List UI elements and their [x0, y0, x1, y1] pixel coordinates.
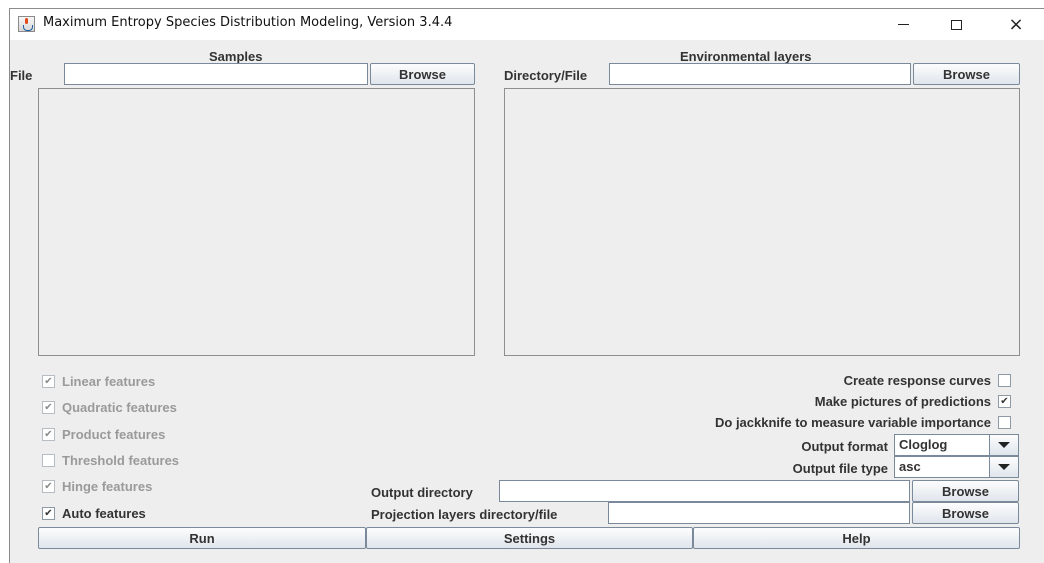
product-features-checkbox[interactable]: ✔ Product features — [42, 427, 165, 442]
make-pictures-label: Make pictures of predictions — [814, 394, 991, 409]
output-file-type-select[interactable]: asc — [894, 456, 1019, 478]
threshold-features-checkbox[interactable]: Threshold features — [42, 453, 179, 468]
title-bar: Maximum Entropy Species Distribution Mod… — [10, 9, 1044, 40]
output-file-type-value: asc — [899, 459, 921, 474]
minimize-button[interactable] — [880, 9, 926, 40]
auto-features-box: ✔ — [42, 507, 55, 520]
main-window: Maximum Entropy Species Distribution Mod… — [9, 8, 1044, 563]
check-icon: ✔ — [44, 480, 53, 492]
check-icon: ✔ — [44, 428, 53, 440]
samples-file-input[interactable] — [64, 63, 368, 85]
response-curves-box — [998, 374, 1011, 387]
samples-browse-label: Browse — [399, 66, 446, 82]
minimize-icon — [897, 24, 909, 25]
run-button[interactable]: Run — [38, 527, 366, 549]
output-format-value: Cloglog — [899, 437, 948, 452]
linear-features-checkbox[interactable]: ✔ Linear features — [42, 374, 155, 389]
product-features-box: ✔ — [42, 428, 55, 441]
projection-layers-label: Projection layers directory/file — [371, 507, 558, 522]
output-file-type-label: Output file type — [792, 461, 888, 476]
projection-layers-input[interactable] — [608, 502, 910, 524]
settings-button[interactable]: Settings — [366, 527, 693, 549]
maximize-button[interactable] — [933, 9, 979, 40]
check-icon: ✔ — [44, 401, 53, 413]
output-directory-browse-label: Browse — [942, 483, 989, 499]
threshold-features-box — [42, 454, 55, 467]
quadratic-features-label: Quadratic features — [62, 400, 177, 415]
env-dir-input[interactable] — [609, 63, 911, 85]
env-browse-button[interactable]: Browse — [913, 63, 1020, 85]
samples-heading: Samples — [209, 49, 263, 64]
env-dir-label: Directory/File — [504, 68, 588, 83]
check-icon: ✔ — [44, 375, 53, 387]
close-icon: × — [1008, 13, 1024, 35]
output-format-select[interactable]: Cloglog — [894, 434, 1019, 456]
jackknife-checkbox[interactable]: Do jackknife to measure variable importa… — [715, 415, 1011, 430]
chevron-down-icon[interactable] — [989, 435, 1018, 455]
help-button[interactable]: Help — [693, 527, 1020, 549]
env-layers-list[interactable] — [504, 88, 1020, 356]
projection-layers-browse-label: Browse — [942, 505, 989, 521]
samples-browse-button[interactable]: Browse — [370, 63, 475, 85]
window-title: Maximum Entropy Species Distribution Mod… — [43, 15, 453, 30]
linear-features-box: ✔ — [42, 375, 55, 388]
samples-file-label: File — [10, 68, 33, 83]
help-label: Help — [842, 530, 871, 546]
java-cup-shape — [23, 25, 33, 31]
hinge-features-box: ✔ — [42, 480, 55, 493]
chevron-down-icon[interactable] — [989, 457, 1018, 477]
linear-features-label: Linear features — [62, 374, 156, 389]
output-directory-label: Output directory — [371, 485, 473, 500]
maximize-icon — [950, 19, 962, 30]
response-curves-label: Create response curves — [843, 373, 991, 388]
check-icon: ✔ — [1000, 395, 1009, 407]
response-curves-checkbox[interactable]: Create response curves — [844, 373, 1011, 388]
settings-label: Settings — [503, 530, 556, 546]
jackknife-label: Do jackknife to measure variable importa… — [715, 415, 991, 430]
auto-features-label: Auto features — [62, 506, 146, 521]
output-directory-browse-button[interactable]: Browse — [912, 480, 1019, 502]
projection-layers-browse-button[interactable]: Browse — [912, 502, 1019, 524]
hinge-features-label: Hinge features — [62, 479, 153, 494]
output-format-label: Output format — [801, 439, 888, 454]
auto-features-checkbox[interactable]: ✔ Auto features — [42, 506, 146, 521]
quadratic-features-checkbox[interactable]: ✔ Quadratic features — [42, 400, 177, 415]
make-pictures-box: ✔ — [998, 395, 1011, 408]
output-directory-input[interactable] — [499, 480, 910, 502]
env-browse-label: Browse — [943, 66, 990, 82]
hinge-features-checkbox[interactable]: ✔ Hinge features — [42, 479, 152, 494]
threshold-features-label: Threshold features — [62, 453, 180, 468]
java-steam-shape — [25, 18, 28, 24]
close-button[interactable]: × — [993, 9, 1039, 40]
quadratic-features-box: ✔ — [42, 401, 55, 414]
product-features-label: Product features — [62, 427, 166, 442]
make-pictures-checkbox[interactable]: Make pictures of predictions ✔ — [815, 394, 1011, 409]
env-layers-heading: Environmental layers — [680, 49, 812, 64]
check-icon: ✔ — [44, 507, 53, 519]
java-app-icon — [18, 16, 35, 32]
samples-list[interactable] — [38, 88, 475, 356]
jackknife-box — [998, 416, 1011, 429]
run-label: Run — [189, 530, 215, 546]
